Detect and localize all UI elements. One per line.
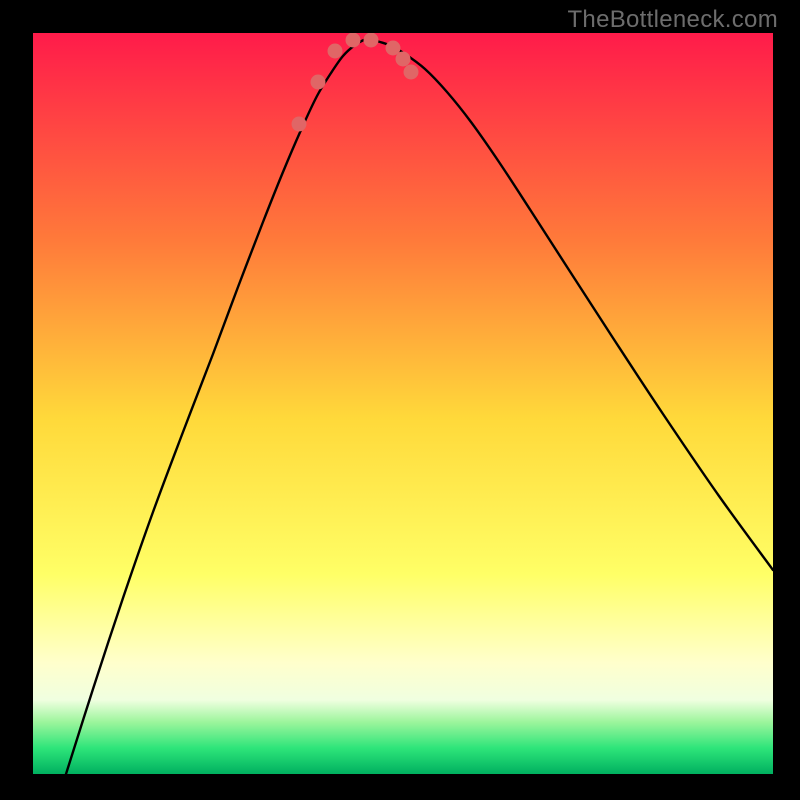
- curve-marker: [311, 75, 326, 90]
- plot-background: [33, 33, 773, 774]
- curve-marker: [292, 117, 307, 132]
- watermark-text: TheBottleneck.com: [567, 6, 778, 34]
- bottleneck-plot: [33, 33, 773, 774]
- curve-marker: [364, 33, 379, 48]
- curve-marker: [396, 52, 411, 67]
- curve-marker: [346, 33, 361, 48]
- curve-marker: [404, 65, 419, 80]
- curve-marker: [328, 44, 343, 59]
- chart-frame: TheBottleneck.com: [0, 0, 800, 800]
